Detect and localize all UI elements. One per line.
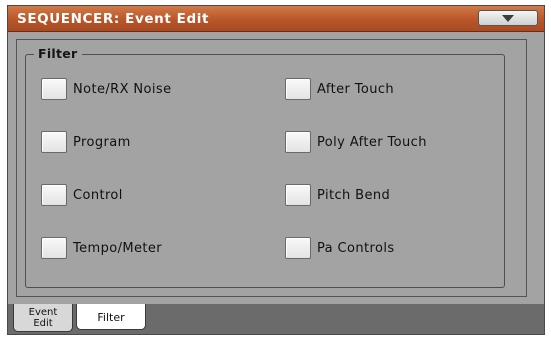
filter-option-after-touch[interactable]: After Touch	[285, 76, 394, 102]
after-touch-checkbox[interactable]	[285, 78, 311, 100]
triangle-down-icon	[502, 15, 514, 22]
filter-option-pitch-bend[interactable]: Pitch Bend	[285, 182, 390, 208]
filter-option-program[interactable]: Program	[41, 129, 131, 155]
checkbox-label: Control	[73, 187, 123, 203]
pa-controls-checkbox[interactable]	[285, 237, 311, 259]
tab-event-edit-line2: Edit	[33, 318, 53, 329]
checkbox-label: After Touch	[317, 81, 395, 97]
filter-option-pa-controls[interactable]: Pa Controls	[285, 235, 395, 261]
filter-group-title: Filter	[34, 46, 82, 61]
page-title: SEQUENCER: Event Edit	[17, 11, 210, 27]
title-bar: SEQUENCER: Event Edit	[8, 6, 544, 32]
control-checkbox[interactable]	[41, 184, 67, 206]
note-rx-noise-checkbox[interactable]	[41, 78, 67, 100]
checkbox-label: Poly After Touch	[317, 134, 427, 150]
program-checkbox[interactable]	[41, 131, 67, 153]
filter-option-control[interactable]: Control	[41, 182, 123, 208]
tab-event-edit-line1: Event	[28, 307, 58, 318]
filter-option-note-rx-noise[interactable]: Note/RX Noise	[41, 76, 172, 102]
checkbox-label: Tempo/Meter	[73, 240, 163, 256]
filter-option-tempo-meter[interactable]: Tempo/Meter	[41, 235, 162, 261]
checkbox-label: Pitch Bend	[317, 187, 391, 203]
filter-option-poly-after-touch[interactable]: Poly After Touch	[285, 129, 427, 155]
page-menu-button[interactable]	[478, 10, 538, 26]
tempo-meter-checkbox[interactable]	[41, 237, 67, 259]
pitch-bend-checkbox[interactable]	[285, 184, 311, 206]
checkbox-label: Pa Controls	[317, 240, 395, 256]
checkbox-label: Program	[73, 134, 131, 150]
tab-bar: Event Edit Filter	[8, 304, 544, 334]
poly-after-touch-checkbox[interactable]	[285, 131, 311, 153]
checkbox-label: Note/RX Noise	[73, 81, 172, 97]
tab-filter[interactable]: Filter	[76, 304, 146, 330]
event-edit-screen: SEQUENCER: Event Edit Filter Note/RX Noi…	[7, 5, 545, 335]
tab-event-edit[interactable]: Event Edit	[13, 304, 73, 332]
